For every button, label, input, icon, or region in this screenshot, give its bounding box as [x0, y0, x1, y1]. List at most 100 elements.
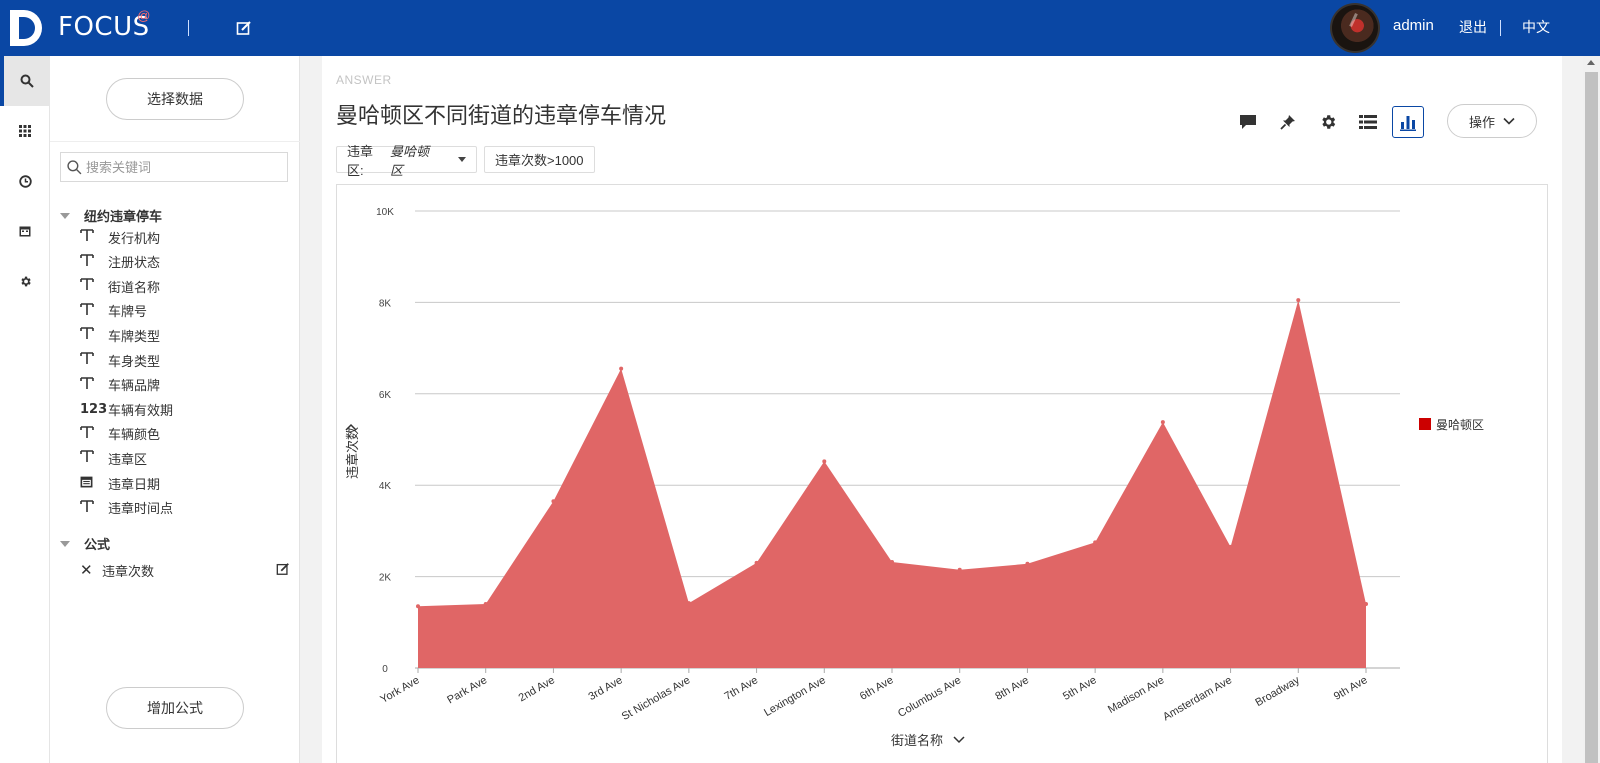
gear-icon — [1322, 115, 1336, 129]
avatar[interactable] — [1330, 3, 1380, 53]
top-divider-2 — [1500, 20, 1501, 36]
rail-search[interactable] — [0, 56, 50, 106]
settings-gear-icon — [20, 276, 31, 286]
formula-item-label: 违章次数 — [102, 563, 155, 579]
field-item[interactable]: 车牌类型 — [80, 324, 160, 346]
text-field-icon — [80, 302, 108, 320]
calendar-icon — [19, 226, 31, 237]
field-label: 车牌号 — [108, 304, 148, 320]
data-point — [754, 560, 759, 565]
data-point — [686, 601, 691, 606]
pin-button[interactable] — [1272, 106, 1304, 138]
field-item[interactable]: 车辆品牌 — [80, 374, 160, 396]
filter-count-chip[interactable]: 违章次数>1000 — [484, 146, 595, 173]
y-tick-label: 6K — [379, 390, 392, 401]
field-item[interactable]: 违章日期 — [80, 472, 160, 494]
scroll-up-arrow-icon[interactable] — [1587, 60, 1595, 65]
group-nyc-parking[interactable]: 纽约违章停车 — [60, 206, 162, 225]
y-axis-label: 违章次数 — [345, 427, 360, 479]
collapse-triangle-icon — [60, 212, 70, 219]
text-field-icon — [80, 253, 108, 271]
logout-link[interactable]: 退出 — [1459, 17, 1487, 37]
top-bar: FOCUS @ admin 退出 中文 — [0, 0, 1600, 56]
nav-rail — [0, 56, 50, 763]
field-item[interactable]: 注册状态 — [80, 251, 160, 273]
chart-view-button[interactable] — [1392, 106, 1424, 138]
field-label: 违章日期 — [108, 476, 161, 492]
field-item[interactable]: 车辆颜色 — [80, 423, 160, 445]
field-item[interactable]: 违章时间点 — [80, 497, 173, 519]
field-label: 车辆颜色 — [108, 427, 161, 443]
text-field-icon — [80, 376, 108, 394]
field-item[interactable]: 发行机构 — [80, 226, 160, 248]
data-point — [1364, 602, 1368, 607]
x-tick-label: 6th Ave — [858, 674, 896, 703]
field-label: 违章时间点 — [108, 501, 174, 517]
edit-icon[interactable] — [236, 20, 252, 36]
rail-settings[interactable] — [0, 256, 50, 306]
series-area — [418, 300, 1366, 668]
comment-button[interactable] — [1232, 106, 1264, 138]
table-view-button[interactable] — [1352, 106, 1384, 138]
top-divider — [188, 20, 189, 36]
x-tick-label: Park Ave — [445, 674, 489, 706]
data-point — [1160, 420, 1165, 425]
logo-superscript: @ — [137, 8, 151, 23]
username[interactable]: admin — [1393, 17, 1434, 34]
x-tick-label: 5th Ave — [1061, 674, 1099, 703]
data-panel: 选择数据 纽约违章停车 发行机构注册状态街道名称车牌号车牌类型车身类型车辆品牌1… — [50, 56, 300, 763]
history-clock-icon — [18, 174, 32, 188]
field-item[interactable]: 车身类型 — [80, 349, 160, 371]
formula-group-title: 公式 — [84, 537, 111, 552]
settings-button[interactable] — [1312, 106, 1344, 138]
answer-label: ANSWER — [336, 73, 392, 87]
x-tick-label: Lexington Ave — [762, 674, 828, 719]
edit-formula-icon[interactable] — [276, 562, 290, 576]
y-tick-label: 2K — [379, 573, 392, 584]
field-label: 车身类型 — [108, 353, 161, 369]
bar-chart-icon — [1400, 116, 1416, 131]
field-label: 违章区 — [108, 451, 148, 467]
x-tick-label: Columbus Ave — [896, 674, 963, 720]
field-label: 发行机构 — [108, 230, 161, 246]
filter-district-value: 曼哈顿区 — [389, 143, 429, 178]
chevron-down-icon — [1503, 117, 1515, 125]
data-point — [1296, 298, 1301, 303]
field-item[interactable]: 违章区 — [80, 447, 147, 469]
filter-district-chip[interactable]: 违章区: 曼哈顿区 — [336, 144, 477, 178]
page-scrollbar[interactable] — [1583, 56, 1600, 763]
field-label: 车牌类型 — [108, 328, 161, 344]
legend-swatch — [1419, 418, 1431, 430]
numeric-field-icon: 123 — [80, 401, 108, 417]
pin-icon — [1280, 115, 1295, 130]
x-tick-label: 2nd Ave — [517, 674, 557, 704]
rail-apps[interactable] — [0, 106, 50, 156]
area-chart: 0 2K 4K 6K 8K 10K York Ave Park Ave 2nd Ave 3rd A… — [345, 207, 1484, 748]
y-tick-label: 4K — [379, 481, 392, 492]
field-label: 车辆品牌 — [108, 378, 161, 394]
field-item[interactable]: 车牌号 — [80, 300, 147, 322]
formula-item[interactable]: ✕ 违章次数 — [80, 559, 290, 581]
rail-history[interactable] — [0, 156, 50, 206]
select-data-button[interactable]: 选择数据 — [106, 78, 244, 120]
operations-label: 操作 — [1468, 114, 1495, 130]
y-tick-label: 8K — [379, 298, 392, 309]
field-item[interactable]: 123 车辆有效期 — [80, 398, 173, 420]
add-formula-button[interactable]: 增加公式 — [106, 687, 244, 729]
language-switch[interactable]: 中文 — [1522, 17, 1550, 37]
x-axis-chevron-icon[interactable] — [953, 736, 965, 744]
field-item[interactable]: 街道名称 — [80, 275, 160, 297]
operations-dropdown[interactable]: 操作 — [1447, 104, 1537, 138]
y-tick-label: 10K — [376, 207, 394, 218]
x-axis-label: 街道名称 — [891, 733, 943, 748]
rail-calendar[interactable] — [0, 206, 50, 256]
x-tick-label: 9th Ave — [1332, 674, 1370, 703]
text-field-icon — [80, 449, 108, 467]
scroll-thumb[interactable] — [1585, 72, 1598, 763]
text-field-icon — [80, 277, 108, 295]
group-formula[interactable]: 公式 — [60, 534, 110, 553]
data-point — [416, 604, 420, 609]
formula-x-icon: ✕ — [80, 562, 93, 579]
keyword-search-input[interactable] — [86, 159, 276, 175]
text-field-icon — [80, 326, 108, 344]
